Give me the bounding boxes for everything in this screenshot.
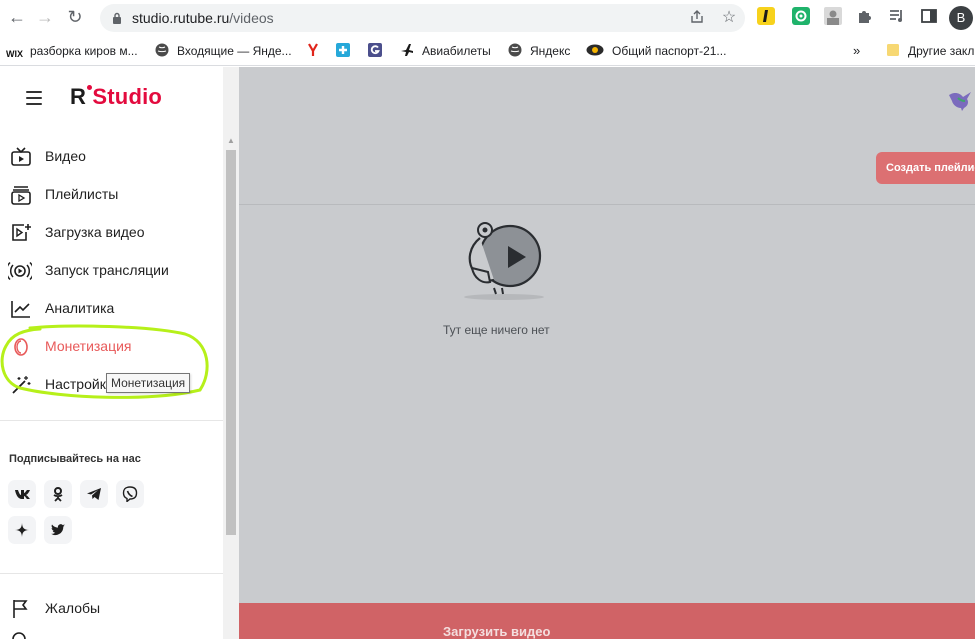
airplane-icon	[401, 44, 413, 56]
plus-icon	[336, 43, 350, 57]
twitter-icon	[51, 524, 65, 536]
eye-icon	[586, 44, 604, 56]
lock-icon	[113, 12, 121, 24]
playlist-icon	[11, 186, 31, 205]
bookmark-item[interactable]	[336, 42, 358, 60]
extension-l-icon[interactable]	[757, 7, 777, 27]
bookmark-item[interactable]	[368, 42, 390, 60]
sidebar-item-label: Запуск трансляции	[45, 262, 169, 278]
wix-icon: WIX	[6, 49, 23, 59]
address-bar[interactable]: studio.rutube.ru/videos ☆	[100, 4, 745, 32]
other-bookmarks-folder[interactable]: Другие закл	[886, 42, 974, 60]
yandex-y-icon	[308, 43, 318, 56]
back-icon[interactable]: ←	[6, 6, 28, 28]
side-panel-icon[interactable]	[920, 7, 940, 27]
extension-green-icon[interactable]	[792, 7, 812, 27]
zen-icon	[15, 523, 29, 537]
sidebar-item-upload-video[interactable]: Загрузка видео	[0, 214, 223, 252]
sidebar-item-label: Жалобы	[45, 600, 101, 616]
zen-link[interactable]	[8, 516, 36, 544]
flag-icon	[13, 600, 28, 618]
bookmark-item[interactable]: Общий паспорт-21...	[586, 42, 726, 60]
sidebar-item-label: Аналитика	[45, 300, 115, 316]
telegram-icon	[87, 488, 101, 500]
globe-icon	[155, 43, 169, 57]
main-content	[239, 67, 975, 639]
extension-photo-icon[interactable]	[824, 7, 844, 27]
sidebar-item-broadcast[interactable]: Запуск трансляции	[0, 252, 223, 290]
partial-icon	[12, 632, 26, 639]
viber-icon	[122, 486, 138, 502]
tv-icon	[11, 147, 31, 166]
g-icon	[368, 43, 382, 57]
subscribe-heading: Подписывайтесь на нас	[9, 453, 141, 465]
url-text: studio.rutube.ru/videos	[132, 10, 274, 26]
sidebar-item-playlists[interactable]: Плейлисты	[0, 176, 223, 214]
scrollbar-thumb[interactable]	[226, 150, 236, 535]
sidebar-item-complaints[interactable]: Жалобы	[0, 590, 223, 628]
tooltip: Монетизация	[106, 373, 191, 393]
viber-link[interactable]	[116, 480, 144, 508]
bookmark-item[interactable]: WIX разборка киров м...	[6, 42, 138, 60]
upload-video-icon	[12, 224, 31, 241]
bookmark-item[interactable]	[306, 42, 328, 60]
chart-icon	[11, 301, 30, 318]
empty-state-text: Тут еще ничего нет	[443, 323, 550, 337]
browser-toolbar: ← → ↻ studio.rutube.ru/videos ☆ B	[0, 0, 975, 36]
media-control-icon[interactable]	[888, 7, 908, 27]
empty-state-illustration-icon	[464, 222, 544, 300]
sidebar-divider	[0, 573, 223, 574]
upload-video-label: Загрузить видео	[443, 624, 551, 639]
sidebar-divider	[0, 420, 223, 421]
forward-icon[interactable]: →	[34, 6, 56, 28]
ok-link[interactable]	[44, 480, 72, 508]
sidebar-item-label: Видео	[45, 148, 86, 164]
folder-icon	[887, 44, 899, 56]
share-icon[interactable]	[688, 9, 706, 27]
main-divider	[239, 204, 975, 205]
globe-icon	[508, 43, 522, 57]
sidebar-item-label: Загрузка видео	[45, 224, 145, 240]
more-bookmarks-button[interactable]: »	[853, 42, 860, 60]
upload-video-button[interactable]: Загрузить видео	[239, 603, 975, 639]
ok-icon	[53, 487, 63, 502]
hummingbird-avatar-icon[interactable]	[948, 86, 975, 112]
twitter-link[interactable]	[44, 516, 72, 544]
profile-avatar[interactable]: B	[949, 6, 973, 30]
rstudio-logo[interactable]: R Studio	[70, 84, 162, 110]
star-icon[interactable]: ☆	[720, 9, 738, 27]
bookmark-item[interactable]: Входящие — Янде...	[155, 42, 292, 60]
bookmark-item[interactable]: Яндекс	[508, 42, 570, 60]
telegram-link[interactable]	[80, 480, 108, 508]
puzzle-icon[interactable]	[856, 7, 876, 27]
bookmarks-bar: WIX разборка киров м... Входящие — Янде..…	[0, 36, 975, 66]
create-playlist-button[interactable]: Создать плейлист	[876, 152, 975, 184]
broadcast-icon	[8, 261, 32, 281]
vk-icon	[15, 490, 30, 499]
hamburger-menu-icon[interactable]	[26, 91, 42, 105]
reload-icon[interactable]: ↻	[64, 6, 86, 28]
scroll-up-arrow-icon[interactable]: ▲	[226, 136, 236, 145]
sidebar-item-videos[interactable]: Видео	[0, 138, 223, 176]
sidebar-item-label: Плейлисты	[45, 186, 119, 202]
bookmark-item[interactable]: Авиабилеты	[400, 42, 491, 60]
vk-link[interactable]	[8, 480, 36, 508]
